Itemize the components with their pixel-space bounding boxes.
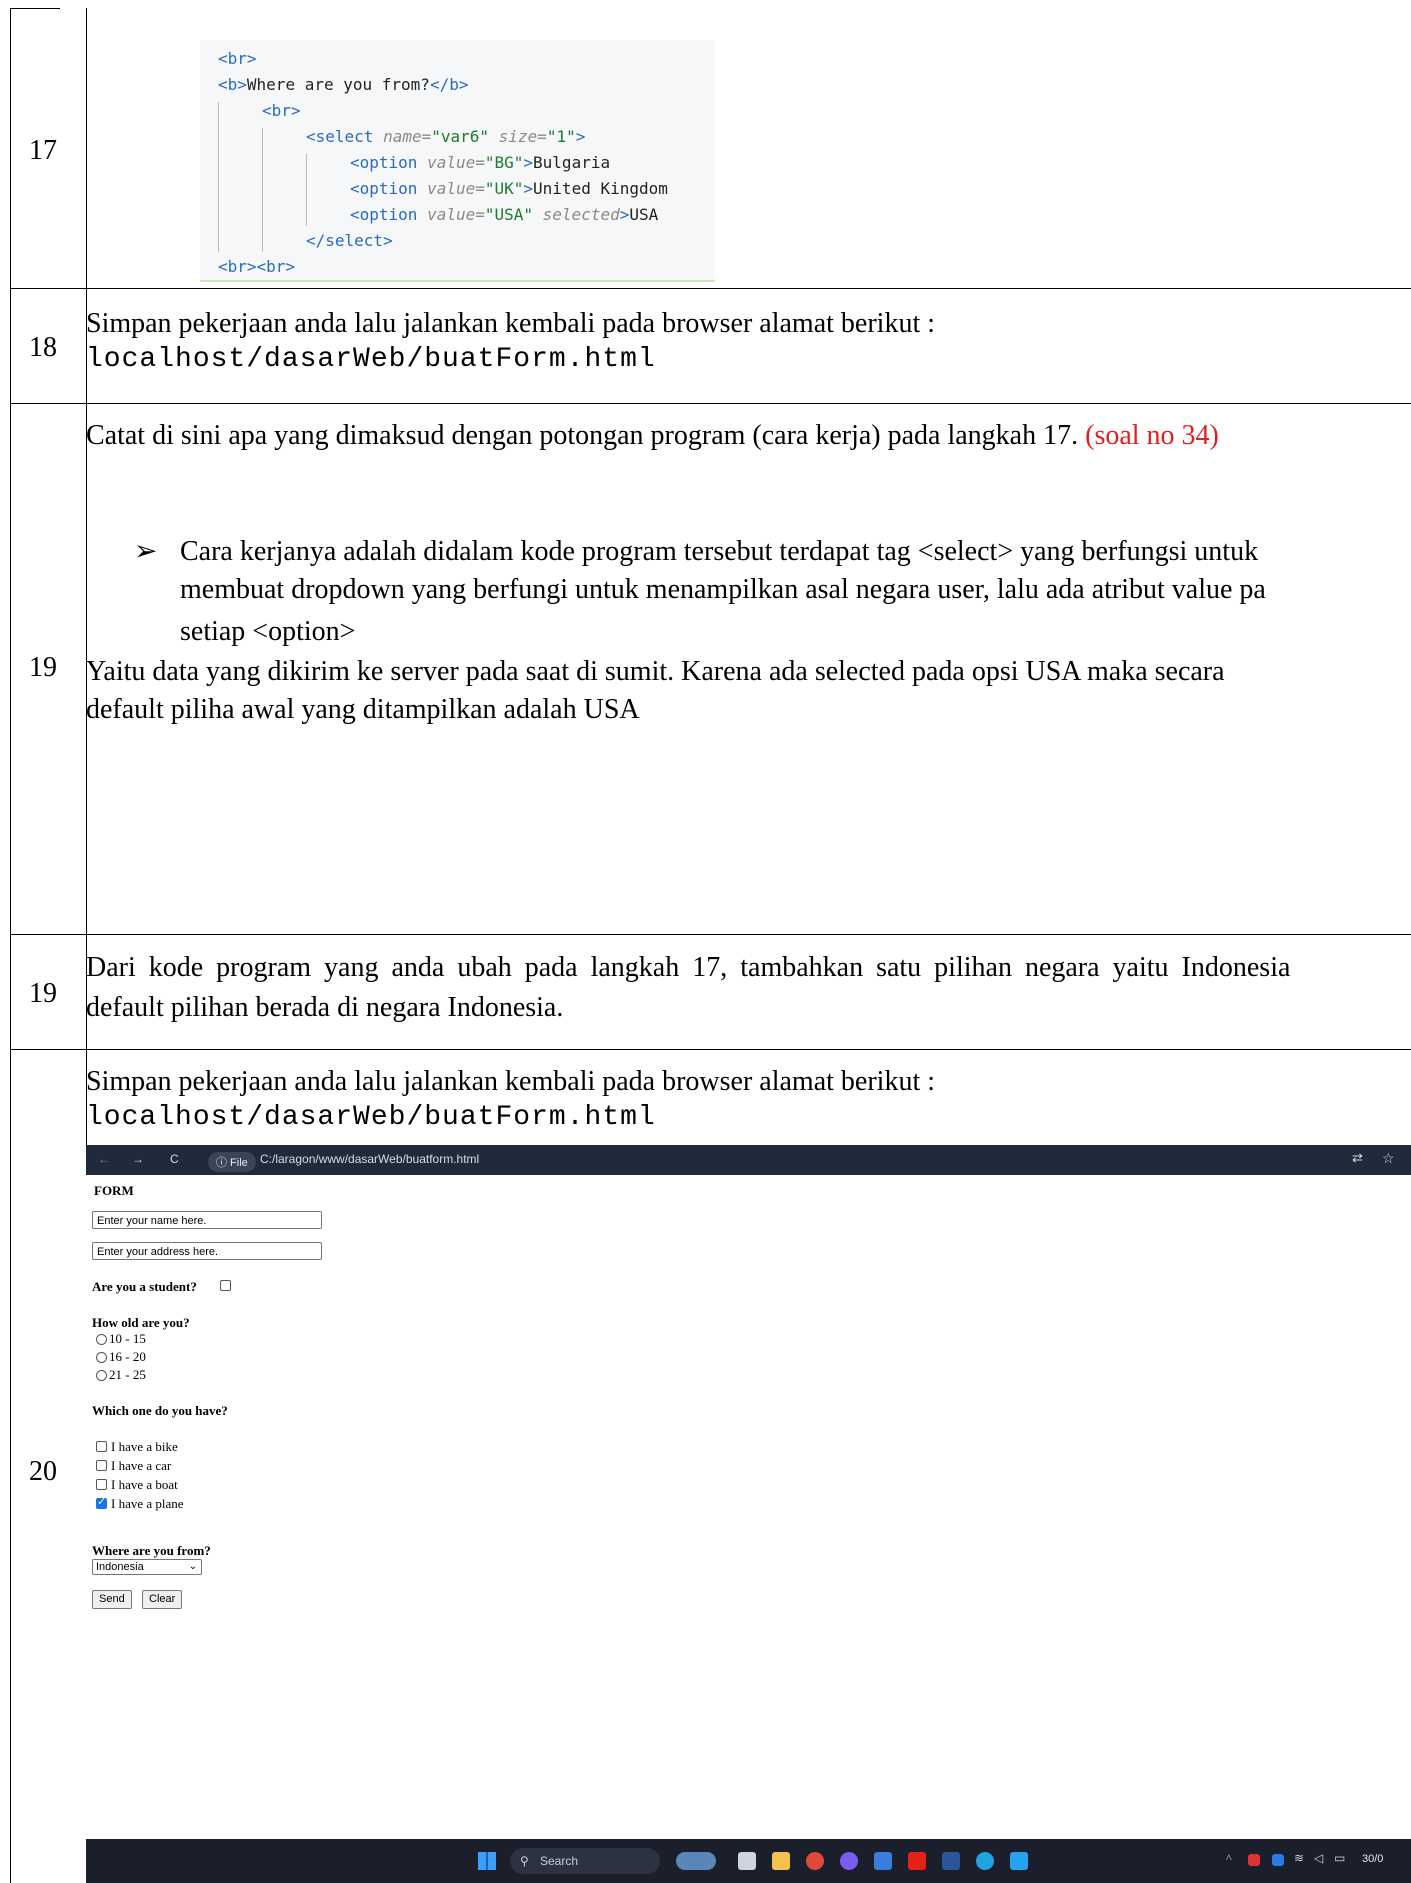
row-number: 20: [29, 1456, 57, 1487]
youtube-icon[interactable]: [908, 1852, 926, 1870]
windows-start-icon[interactable]: [478, 1852, 496, 1870]
answer-bullet-line: Cara kerjanya adalah didalam kode progra…: [180, 536, 1259, 567]
age-radio[interactable]: [96, 1352, 107, 1363]
age-option-label: 21 - 25: [109, 1367, 146, 1382]
send-button[interactable]: Send: [92, 1590, 132, 1609]
age-radio[interactable]: [96, 1334, 107, 1345]
document-page: 17 <br> <b>Where are you from?</b> <br> …: [0, 0, 1411, 1883]
bullet-marker: ➢: [134, 536, 158, 567]
answer-paragraph-line: default piliha awal yang ditampilkan ada…: [86, 694, 640, 725]
indent-guide: [218, 102, 219, 252]
task-view-icon[interactable]: [738, 1852, 756, 1870]
have-question: Which one do you have?: [92, 1403, 228, 1418]
code-line: <br>: [218, 49, 257, 68]
address-input[interactable]: Enter your address here.: [92, 1242, 322, 1260]
row-number: 19: [29, 978, 57, 1009]
word-icon[interactable]: [942, 1852, 960, 1870]
file-badge[interactable]: ⓘ File: [208, 1152, 256, 1172]
table-left-border: [10, 8, 11, 1883]
form-title: FORM: [94, 1183, 134, 1198]
browser-toolbar: ← → C ⓘ File C:/laragon/www/dasarWeb/bua…: [86, 1145, 1411, 1175]
code-line: <br>: [262, 101, 301, 120]
table-top-border: [10, 8, 60, 9]
chevron-down-icon: ⌄: [188, 1561, 197, 1572]
indent-guide: [306, 154, 307, 226]
volume-icon[interactable]: ◁: [1314, 1851, 1323, 1866]
row-number: 19: [29, 652, 57, 683]
age-question: How old are you?: [92, 1315, 190, 1330]
reload-icon[interactable]: C: [170, 1152, 179, 1166]
code-line: <select name="var6" size="1">: [306, 127, 586, 146]
country-select[interactable]: Indonesia ⌄: [92, 1559, 202, 1575]
laragon-icon[interactable]: [874, 1852, 892, 1870]
address-bar-url[interactable]: C:/laragon/www/dasarWeb/buatform.html: [260, 1152, 479, 1166]
instruction-text: Dari kode program yang anda ubah pada la…: [86, 952, 1291, 983]
url-text: localhost/dasarWeb/buatForm.html: [86, 1102, 656, 1133]
row-number: 18: [29, 332, 57, 363]
vscode-icon[interactable]: [1010, 1852, 1028, 1870]
clear-button[interactable]: Clear: [142, 1590, 183, 1609]
code-line: </select>: [306, 231, 393, 250]
rendered-form: FORM Enter your name here. Enter your ad…: [86, 1175, 1411, 1839]
have-checkbox[interactable]: [96, 1479, 107, 1490]
folder-icon[interactable]: [772, 1852, 790, 1870]
have-checkbox[interactable]: [96, 1460, 107, 1471]
code-snippet: <br> <b>Where are you from?</b> <br> <se…: [200, 40, 715, 282]
have-option-label: I have a bike: [111, 1439, 178, 1454]
edge-icon[interactable]: [976, 1852, 994, 1870]
wifi-icon[interactable]: ≋: [1294, 1851, 1304, 1866]
code-line: <option value="USA" selected>USA: [350, 205, 659, 224]
instruction-text: Simpan pekerjaan anda lalu jalankan kemb…: [86, 308, 936, 339]
row-number: 17: [29, 135, 57, 166]
answer-bullet-line: setiap <option>: [180, 616, 356, 647]
translate-icon[interactable]: ⇄: [1352, 1150, 1363, 1166]
have-checkbox[interactable]: [96, 1441, 107, 1452]
forward-icon[interactable]: →: [132, 1152, 144, 1166]
search-icon: ⚲: [520, 1854, 529, 1868]
instruction-text: default pilihan berada di negara Indones…: [86, 992, 564, 1023]
age-radio[interactable]: [96, 1370, 107, 1381]
url-text: localhost/dasarWeb/buatForm.html: [86, 344, 656, 375]
instruction-text: Simpan pekerjaan anda lalu jalankan kemb…: [86, 1066, 936, 1097]
code-line: <br><br>: [218, 257, 296, 276]
chrome-icon[interactable]: [806, 1852, 824, 1870]
taskbar: ⚲ Search ^ ≋ ◁ ▭ 30/0: [86, 1839, 1411, 1883]
country-selected-value: Indonesia: [96, 1561, 144, 1573]
copilot-icon[interactable]: [840, 1852, 858, 1870]
have-checkbox-checked[interactable]: [96, 1495, 107, 1509]
star-icon[interactable]: ☆: [1382, 1150, 1395, 1167]
row-divider: [10, 1049, 1411, 1050]
back-icon[interactable]: ←: [98, 1152, 110, 1166]
row-divider: [10, 934, 1411, 935]
code-line: <b>Where are you from?</b>: [218, 75, 469, 94]
tray-app-icon[interactable]: [1248, 1854, 1260, 1866]
question-text: Catat di sini apa yang dimaksud dengan p…: [86, 420, 1219, 451]
age-option-label: 10 - 15: [109, 1331, 146, 1346]
answer-bullet-line: membuat dropdown yang berfungi untuk men…: [180, 574, 1266, 605]
row-divider: [10, 403, 1411, 404]
battery-icon[interactable]: ▭: [1334, 1851, 1345, 1866]
have-option-label: I have a plane: [111, 1496, 184, 1511]
indent-guide: [262, 128, 263, 252]
student-question: Are you a student?: [92, 1279, 197, 1294]
taskbar-search[interactable]: ⚲ Search: [510, 1848, 660, 1874]
browser-screenshot: ← → C ⓘ File C:/laragon/www/dasarWeb/bua…: [86, 1145, 1411, 1883]
age-option-label: 16 - 20: [109, 1349, 146, 1364]
code-line: <option value="BG">Bulgaria: [350, 153, 611, 172]
name-input[interactable]: Enter your name here.: [92, 1211, 322, 1229]
row-divider: [10, 288, 1411, 289]
student-checkbox[interactable]: [220, 1280, 231, 1291]
taskbar-clock[interactable]: 30/0: [1362, 1853, 1383, 1865]
from-question: Where are you from?: [92, 1543, 211, 1558]
have-option-label: I have a car: [111, 1458, 172, 1473]
have-option-label: I have a boat: [111, 1477, 178, 1492]
tray-chevron-icon[interactable]: ^: [1226, 1851, 1232, 1866]
code-line: <option value="UK">United Kingdom: [350, 179, 668, 198]
whale-icon[interactable]: [676, 1852, 716, 1870]
tray-security-icon[interactable]: [1272, 1854, 1284, 1866]
answer-paragraph-line: Yaitu data yang dikirim ke server pada s…: [86, 656, 1225, 687]
search-label: Search: [540, 1854, 579, 1868]
